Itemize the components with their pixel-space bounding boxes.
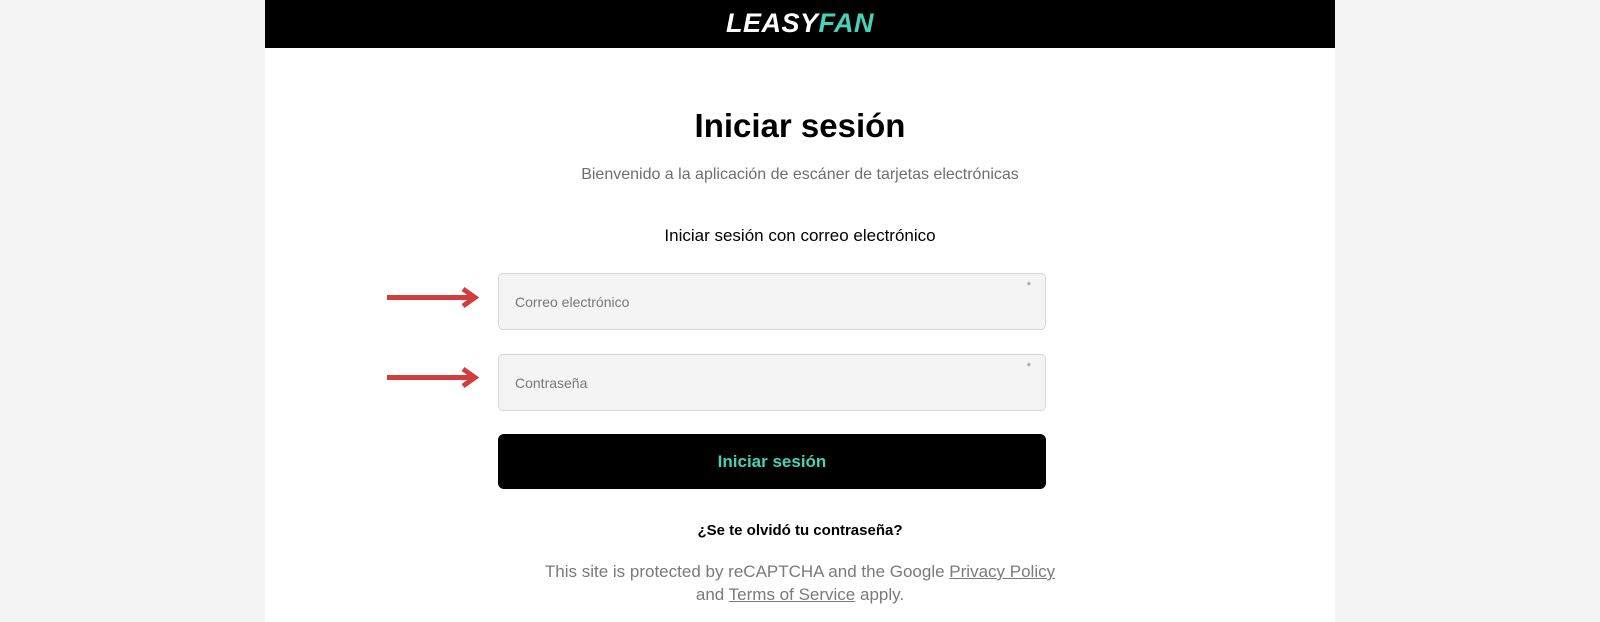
required-marker: * [1026,361,1031,373]
recaptcha-text: and [695,585,729,604]
email-input[interactable] [499,274,1045,329]
brand-logo[interactable]: LEASYFAN [265,7,1335,39]
email-login-label: Iniciar sesión con correo electrónico [664,226,936,245]
forgot-password-link[interactable]: ¿Se te olvidó tu contraseña? [265,520,1335,542]
top-bar: LEASYFAN [265,0,1335,48]
password-input[interactable] [499,355,1045,410]
terms-of-service-link[interactable]: Terms of Service [729,585,856,604]
password-field[interactable]: * [498,354,1046,411]
annotation-arrow-icon [387,286,480,309]
login-button[interactable]: Iniciar sesión [498,434,1046,489]
annotation-arrow-icon [387,366,480,389]
recaptcha-notice: This site is protected by reCAPTCHA and … [265,560,1335,606]
recaptcha-text: This site is protected by reCAPTCHA and … [544,562,950,581]
privacy-policy-link[interactable]: Privacy Policy [949,562,1055,581]
email-field[interactable]: * [498,273,1046,330]
logo-text-leasy: LEASY [725,8,819,38]
page-subtitle: Bienvenido a la aplicación de escáner de… [581,166,1019,183]
page-title: Iniciar sesión [694,107,906,144]
page: LEASYFAN Iniciar sesión Bienvenido a la … [265,0,1335,622]
required-marker: * [1026,280,1031,292]
logo-text-fan: FAN [818,8,875,38]
recaptcha-text: apply. [855,585,905,604]
